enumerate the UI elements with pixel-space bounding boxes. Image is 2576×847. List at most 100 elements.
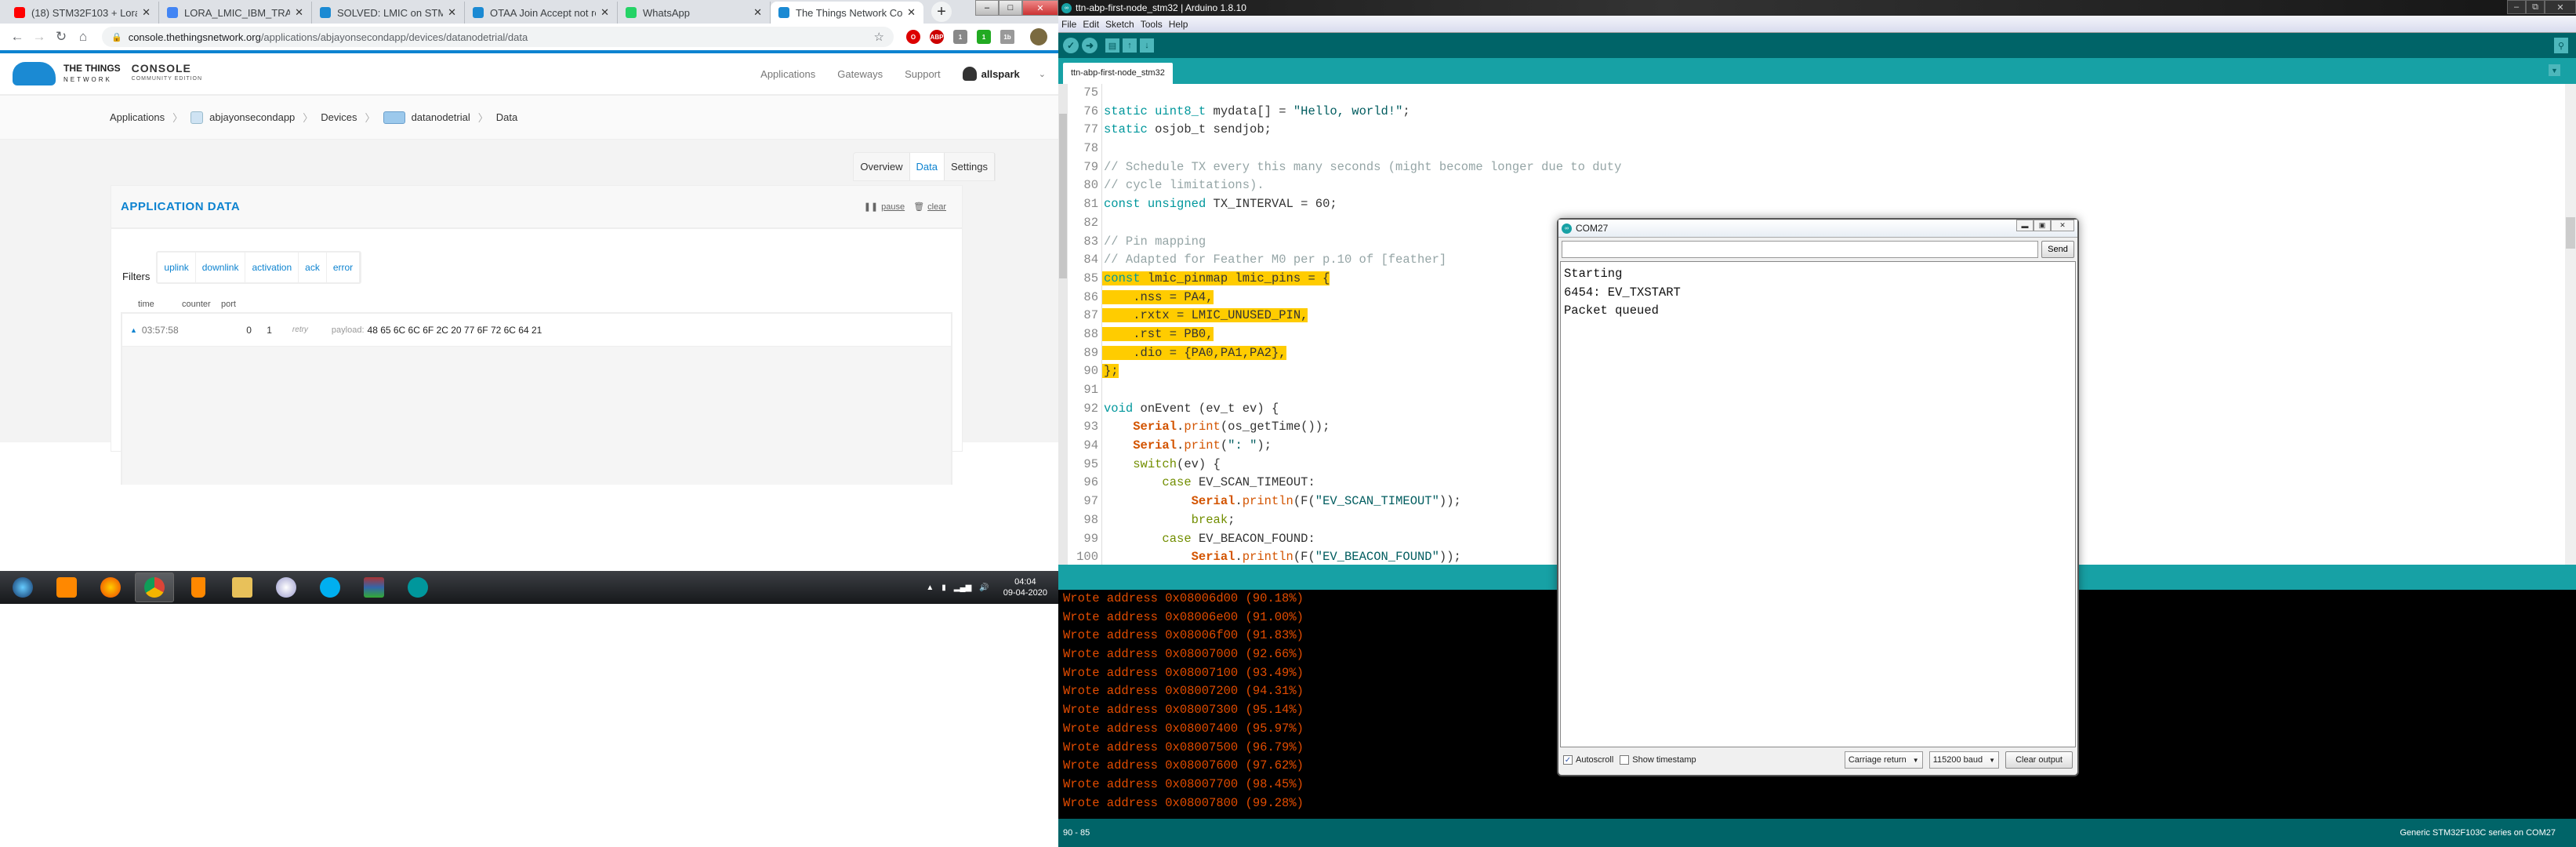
reload-button[interactable]: ↻ <box>50 29 72 45</box>
tab-settings[interactable]: Settings <box>945 153 995 180</box>
nav-gateways[interactable]: Gateways <box>837 68 883 80</box>
vlc-icon[interactable] <box>179 573 218 602</box>
lock-icon: 🔒 <box>111 32 122 42</box>
winrar-icon[interactable] <box>354 573 394 602</box>
chevron-down-icon[interactable]: ⌄ <box>1039 69 1046 79</box>
nav-support[interactable]: Support <box>905 68 941 80</box>
breadcrumb-app[interactable]: abjayonsecondapp <box>209 111 295 123</box>
serial-monitor-window: ∞ COM27 ▬ ▣ ✕ Send Starting 6454: EV_TXST… <box>1557 218 2079 776</box>
breadcrumb-applications[interactable]: Applications <box>110 111 165 123</box>
usb-icon[interactable]: ▮ <box>942 583 946 592</box>
arduino-restore-button[interactable]: ⧉ <box>2526 0 2545 14</box>
breadcrumb-device[interactable]: datanodetrial <box>412 111 470 123</box>
file-explorer-icon[interactable] <box>223 573 262 602</box>
menu-file[interactable]: File <box>1061 19 1076 30</box>
chrome-icon[interactable] <box>135 573 174 602</box>
close-tab-icon[interactable]: ✕ <box>142 6 151 19</box>
clear-link[interactable]: clear <box>927 202 946 212</box>
serial-output-line: Packet queued <box>1564 304 1659 318</box>
close-tab-icon[interactable]: ✕ <box>600 6 609 19</box>
check-extension-icon[interactable]: 1 <box>977 30 991 44</box>
maximize-button[interactable]: □ <box>999 0 1022 16</box>
clock[interactable]: 04:04 09-04-2020 <box>1003 576 1047 598</box>
browser-tab[interactable]: The Things Network Con ✕ <box>771 2 923 24</box>
breadcrumb-devices[interactable]: Devices <box>321 111 357 123</box>
1b-extension-icon[interactable]: 1b <box>1000 30 1014 44</box>
editor-scroll-thumb[interactable] <box>2566 217 2575 249</box>
media-player-icon[interactable] <box>47 573 86 602</box>
message-port: 1 <box>267 324 272 336</box>
back-button[interactable]: ← <box>6 29 28 45</box>
minimize-button[interactable]: – <box>975 0 999 16</box>
home-button[interactable]: ⌂ <box>72 29 94 45</box>
arduino-close-button[interactable]: ✕ <box>2545 0 2576 14</box>
profile-avatar[interactable] <box>1030 28 1047 45</box>
arduino-icon[interactable] <box>398 573 437 602</box>
new-sketch-button[interactable]: ▤ <box>1105 38 1119 53</box>
address-bar[interactable]: 🔒 console.thethingsnetwork.org/applicati… <box>102 27 894 47</box>
upload-button[interactable]: ➜ <box>1082 38 1098 53</box>
browser-tab[interactable]: LORA_LMIC_IBM_TRANS ✕ <box>159 2 312 24</box>
tab-data[interactable]: Data <box>909 153 945 180</box>
serial-minimize-button[interactable]: ▬ <box>2016 220 2034 231</box>
browser-tab[interactable]: (18) STM32F103 + Lora F ✕ <box>6 2 159 24</box>
start-button[interactable] <box>3 573 42 602</box>
nav-applications[interactable]: Applications <box>760 68 815 80</box>
volume-icon[interactable]: 🔊 <box>979 583 989 592</box>
save-sketch-button[interactable]: ↓ <box>1140 38 1154 53</box>
new-tab-button[interactable]: + <box>931 2 952 22</box>
code-text: case EV_BEACON_FOUND: <box>1162 531 1315 546</box>
pause-link[interactable]: pause <box>881 202 905 212</box>
arduino-minimize-button[interactable]: – <box>2507 0 2526 14</box>
ttn-logo[interactable]: THE THINGS NETWORK CONSOLE COMMUNITY EDITI… <box>13 62 202 85</box>
paint-icon[interactable] <box>267 573 306 602</box>
signal-icon[interactable]: ▂▄▆ <box>954 583 971 592</box>
baud-rate-select[interactable]: 115200 baud ▼ <box>1928 751 2000 769</box>
code-text: // cycle limitations). <box>1104 178 1264 193</box>
firefox-icon[interactable] <box>91 573 130 602</box>
open-sketch-button[interactable]: ↑ <box>1123 38 1137 53</box>
clear-output-button[interactable]: Clear output <box>2005 751 2073 769</box>
message-row[interactable]: ▲ 03:57:58 0 1 retry payload: 48 65 6C 6… <box>122 314 951 347</box>
browser-tab[interactable]: OTAA Join Accept not re ✕ <box>465 2 618 24</box>
bookmark-star-icon[interactable]: ☆ <box>874 30 884 44</box>
autoscroll-checkbox[interactable]: ✓ <box>1563 755 1573 765</box>
serial-close-button[interactable]: ✕ <box>2051 220 2074 231</box>
menu-sketch[interactable]: Sketch <box>1105 19 1134 30</box>
filter-ack[interactable]: ack <box>299 253 327 282</box>
serial-input[interactable] <box>1562 241 2038 258</box>
user-name[interactable]: allspark <box>981 68 1020 80</box>
filter-uplink[interactable]: uplink <box>158 253 196 282</box>
filter-downlink[interactable]: downlink <box>196 253 246 282</box>
close-tab-icon[interactable]: ✕ <box>753 6 762 19</box>
browser-tab[interactable]: WhatsApp ✕ <box>618 2 771 24</box>
close-tab-icon[interactable]: ✕ <box>295 6 303 19</box>
skype-icon[interactable] <box>310 573 350 602</box>
close-tab-icon[interactable]: ✕ <box>448 6 456 19</box>
browser-tab[interactable]: SOLVED: LMIC on STM32 ✕ <box>312 2 465 24</box>
filter-error[interactable]: error <box>327 253 361 282</box>
close-button[interactable]: ✕ <box>1022 0 1058 16</box>
sketch-tab[interactable]: ttn-abp-first-node_stm32 <box>1063 63 1173 84</box>
line-ending-select[interactable]: Carriage return ▼ <box>1844 751 1923 769</box>
user-avatar-icon[interactable] <box>962 67 977 81</box>
send-button[interactable]: Send <box>2041 241 2074 258</box>
filter-activation[interactable]: activation <box>245 253 299 282</box>
tab-overview[interactable]: Overview <box>854 153 910 180</box>
tab-menu-dropdown-icon[interactable]: ▼ <box>2549 64 2560 76</box>
opera-extension-icon[interactable]: O <box>906 30 920 44</box>
menu-help[interactable]: Help <box>1169 19 1188 30</box>
breadcrumb: Applications 〉 abjayonsecondapp 〉 Devices 〉… <box>0 96 1058 140</box>
menu-tools[interactable]: Tools <box>1141 19 1163 30</box>
extension-icon[interactable]: 1 <box>953 30 967 44</box>
editor-scrollbar[interactable] <box>2565 84 2576 565</box>
verify-button[interactable]: ✓ <box>1063 38 1079 53</box>
close-tab-icon[interactable]: ✕ <box>907 6 916 19</box>
adblock-extension-icon[interactable]: ABP <box>930 30 944 44</box>
serial-maximize-button[interactable]: ▣ <box>2034 220 2051 231</box>
tray-expand-icon[interactable]: ▲ <box>926 583 934 592</box>
menu-edit[interactable]: Edit <box>1083 19 1099 30</box>
timestamp-checkbox[interactable] <box>1620 755 1630 765</box>
serial-monitor-button[interactable]: ⚲ <box>2554 38 2568 53</box>
forward-button[interactable]: → <box>28 29 50 45</box>
